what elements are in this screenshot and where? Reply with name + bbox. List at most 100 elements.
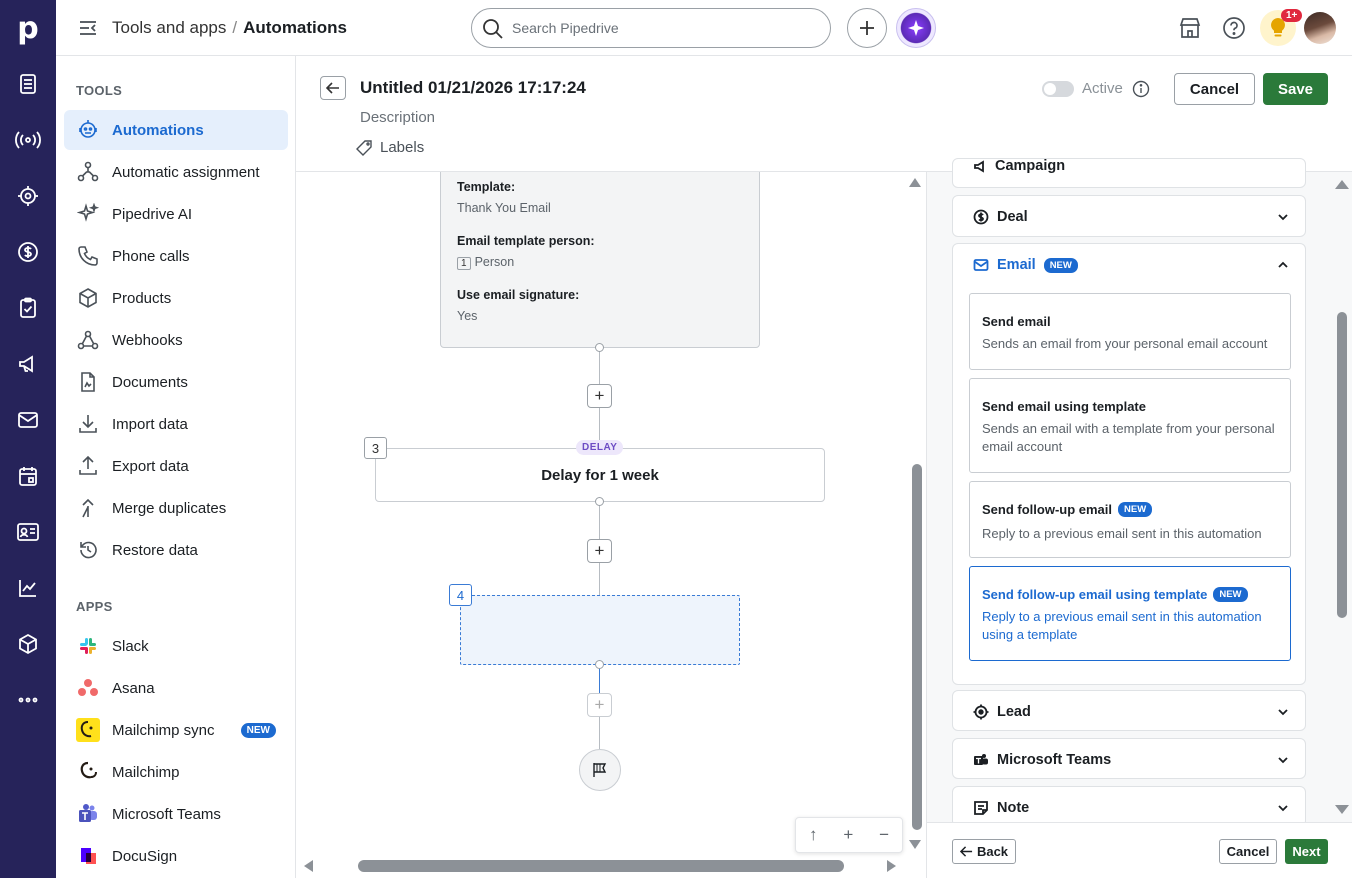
option-title: Send email using template [982, 399, 1146, 414]
next-button[interactable]: Next [1285, 839, 1328, 864]
mailchimp-icon [64, 761, 112, 783]
zoom-out-button[interactable]: − [879, 825, 889, 845]
chevron-down-icon [1278, 805, 1288, 812]
panel-scroll-down-arrow[interactable] [1335, 805, 1349, 814]
sidebar-item-slack[interactable]: Slack [64, 626, 288, 666]
search-input[interactable] [512, 18, 812, 38]
sidebar-item-export-data[interactable]: Export data [64, 446, 288, 486]
rail-dollar-icon[interactable] [14, 238, 42, 266]
scroll-down-arrow[interactable] [909, 840, 921, 849]
accordion-campaign[interactable]: Campaign [952, 158, 1306, 188]
new-badge: NEW [240, 722, 276, 738]
scroll-up-arrow[interactable] [909, 178, 921, 187]
note-icon [974, 801, 988, 815]
automation-header: Untitled 01/21/2026 17:17:24 Description… [296, 56, 1352, 172]
sidebar-item-automatic-assignment[interactable]: Automatic assignment [64, 152, 288, 192]
accordion-microsoft-teams[interactable]: Microsoft Teams [952, 738, 1306, 779]
add-step-button[interactable]: + [587, 384, 612, 408]
menu-collapse-icon[interactable] [78, 18, 98, 43]
sidebar-item-label: Asana [112, 679, 155, 697]
option-send-follow-up[interactable]: Send follow-up email NEW Reply to a previ… [969, 481, 1291, 558]
panel-cancel-button[interactable]: Cancel [1219, 839, 1277, 864]
rail-tasks-icon[interactable] [14, 294, 42, 322]
info-icon[interactable] [1132, 80, 1150, 103]
rail-insights-icon[interactable] [14, 574, 42, 602]
back-step-button[interactable]: Back [952, 839, 1016, 864]
accordion-lead[interactable]: Lead [952, 690, 1306, 731]
pipedrive-logo[interactable]: p [0, 0, 56, 56]
back-button[interactable] [320, 76, 346, 100]
rail-megaphone-icon[interactable] [14, 350, 42, 378]
option-send-email-template[interactable]: Send email using template Sends an email… [969, 378, 1291, 473]
rail-more-icon[interactable] [14, 686, 42, 714]
sidebar-item-label: Merge duplicates [112, 499, 227, 517]
automation-title[interactable]: Untitled 01/21/2026 17:17:24 [360, 78, 586, 98]
rail-broadcast-icon[interactable] [14, 126, 42, 154]
zoom-in-button[interactable]: + [843, 825, 853, 845]
option-send-follow-up-template[interactable]: Send follow-up email using template NEW R… [969, 566, 1291, 661]
sparkles-icon [64, 203, 112, 225]
step-placeholder-card[interactable] [460, 595, 740, 665]
sidebar-item-import-data[interactable]: Import data [64, 404, 288, 444]
step-delay-card[interactable]: Delay for 1 week [375, 448, 825, 502]
sidebar-item-label: Automations [112, 121, 204, 139]
vertical-scrollbar[interactable] [912, 464, 922, 830]
active-toggle[interactable] [1042, 81, 1074, 97]
document-icon [64, 371, 112, 393]
save-button[interactable]: Save [1263, 73, 1328, 105]
cancel-button[interactable]: Cancel [1174, 73, 1255, 105]
teams-label: Microsoft Teams [997, 752, 1112, 768]
sidebar-item-restore-data[interactable]: Restore data [64, 530, 288, 570]
accordion-email[interactable]: Email NEW Send email Sends an email from … [952, 243, 1306, 685]
scroll-left-arrow[interactable] [304, 860, 313, 872]
docusign-icon [64, 845, 112, 867]
connector [599, 563, 600, 595]
sidebar-item-pipedrive-ai[interactable]: Pipedrive AI [64, 194, 288, 234]
option-send-email[interactable]: Send email Sends an email from your pers… [969, 293, 1291, 370]
panel-scroll-up-arrow[interactable] [1335, 180, 1349, 189]
sidebar-item-docusign[interactable]: DocuSign [64, 836, 288, 876]
workflow-canvas[interactable]: Template: Thank You Email Email template… [296, 172, 926, 878]
horizontal-scrollbar[interactable] [358, 860, 844, 872]
export-icon [64, 455, 112, 477]
rail-deals-icon[interactable] [14, 70, 42, 98]
add-step-button-disabled[interactable]: + [587, 693, 612, 717]
description-field[interactable]: Description [360, 109, 435, 126]
help-icon[interactable] [1222, 16, 1246, 45]
breadcrumb-current: Automations [243, 18, 347, 37]
sidebar-item-automations[interactable]: Automations [64, 110, 288, 150]
breadcrumb-parent[interactable]: Tools and apps [112, 18, 226, 37]
panel-scrollbar[interactable] [1337, 312, 1347, 618]
labels-button[interactable]: Labels [356, 139, 424, 156]
user-avatar[interactable] [1304, 12, 1336, 44]
accordion-note[interactable]: Note [952, 786, 1306, 827]
sidebar-item-asana[interactable]: Asana [64, 668, 288, 708]
sidebar-item-webhooks[interactable]: Webhooks [64, 320, 288, 360]
rail-mail-icon[interactable] [14, 406, 42, 434]
scroll-right-arrow[interactable] [887, 860, 896, 872]
sidebar-item-mailchimp-sync[interactable]: Mailchimp sync NEW [64, 710, 288, 750]
marketplace-icon[interactable] [1178, 16, 1202, 45]
search-box[interactable] [471, 8, 831, 48]
sidebar-item-mailchimp[interactable]: Mailchimp [64, 752, 288, 792]
rail-products-icon[interactable] [14, 630, 42, 658]
sidebar-item-label: Mailchimp sync [112, 721, 215, 739]
rail-contacts-icon[interactable] [14, 518, 42, 546]
option-title: Send follow-up email NEW [982, 502, 1153, 517]
person-number: 1 [457, 257, 471, 270]
rail-leads-icon[interactable] [14, 182, 42, 210]
step-number: 4 [449, 584, 472, 606]
accordion-deal[interactable]: Deal [952, 195, 1306, 237]
ai-assistant-button[interactable] [896, 8, 936, 48]
add-step-button[interactable]: + [587, 539, 612, 563]
sidebar-item-merge-duplicates[interactable]: Merge duplicates [64, 488, 288, 528]
quick-add-button[interactable] [847, 8, 887, 48]
fit-up-button[interactable]: ↑ [809, 825, 818, 845]
sidebar-item-products[interactable]: Products [64, 278, 288, 318]
rail-calendar-icon[interactable] [14, 462, 42, 490]
sidebar-item-microsoft-teams[interactable]: Microsoft Teams [64, 794, 288, 834]
sidebar-item-phone-calls[interactable]: Phone calls [64, 236, 288, 276]
sidebar-item-documents[interactable]: Documents [64, 362, 288, 402]
actions-panel: Campaign Deal Email NEW Send email Sends … [926, 158, 1352, 878]
step-send-email-card[interactable]: Template: Thank You Email Email template… [440, 172, 760, 348]
